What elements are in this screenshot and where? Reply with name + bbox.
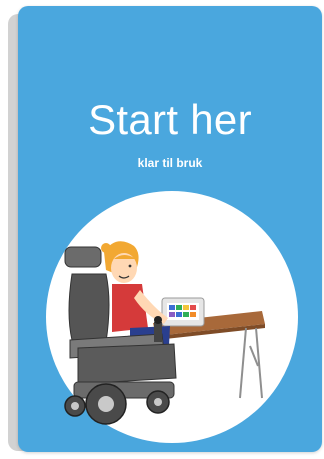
start-card[interactable]: Start her klar til bruk [18,6,322,452]
person-in-wheelchair-with-communication-device-icon [64,241,265,425]
communication-device-icon [161,297,205,327]
